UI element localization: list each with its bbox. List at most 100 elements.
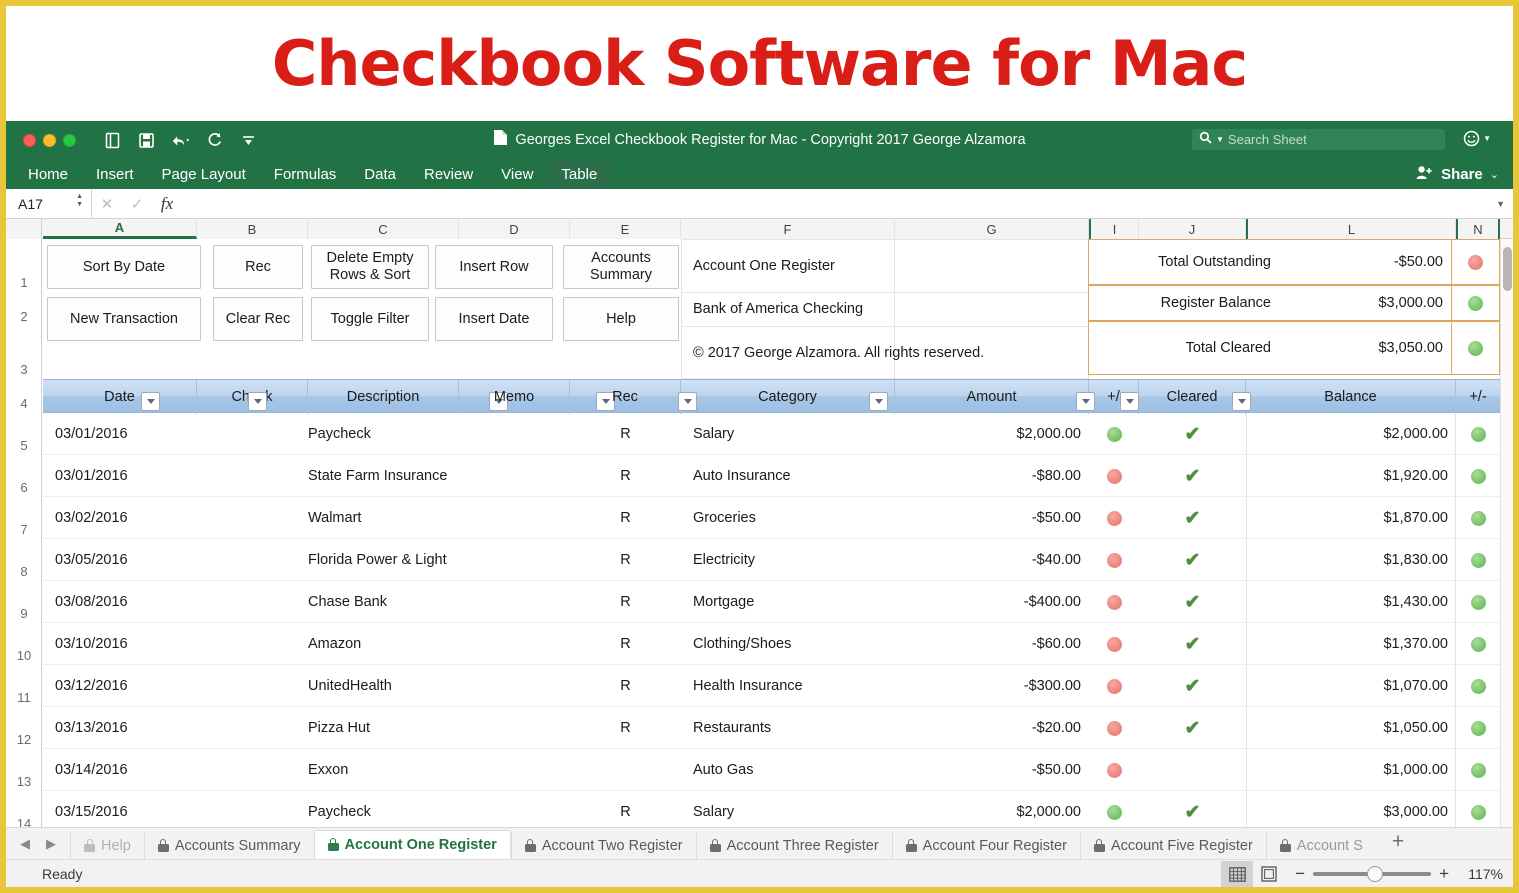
cell-balance[interactable]: $1,370.00	[1246, 623, 1448, 665]
sheet-tab-help[interactable]: Help	[70, 832, 144, 859]
table-row[interactable]: 03/12/2016 UnitedHealth R Health Insuran…	[43, 665, 1513, 707]
cell-balance[interactable]: $1,000.00	[1246, 749, 1448, 791]
row-header-4[interactable]: 4	[6, 379, 42, 413]
ribbon-tab-data[interactable]: Data	[350, 159, 410, 189]
table-row[interactable]: 03/01/2016 Paycheck R Salary $2,000.00 ✔…	[43, 413, 1513, 455]
cell-rec[interactable]: R	[570, 539, 681, 581]
cell-amount[interactable]: -$50.00	[895, 749, 1081, 791]
zoom-in-button[interactable]: +	[1439, 864, 1449, 884]
table-row[interactable]: 03/10/2016 Amazon R Clothing/Shoes -$60.…	[43, 623, 1513, 665]
maximize-window-button[interactable]	[63, 133, 76, 147]
column-header-rec[interactable]: Rec	[570, 380, 681, 414]
column-header-balance-sign[interactable]: +/-	[1456, 380, 1500, 414]
zoom-level-label[interactable]: 117%	[1457, 866, 1503, 882]
cell-cleared-check[interactable]: ✔	[1139, 791, 1246, 830]
cell-check[interactable]	[197, 497, 308, 539]
cell-description[interactable]: Florida Power & Light	[308, 539, 459, 581]
undo-icon[interactable]	[170, 130, 190, 150]
help-button[interactable]: Help	[563, 297, 679, 341]
cell-balance[interactable]: $3,000.00	[1246, 791, 1448, 830]
smiley-dropdown-icon[interactable]: ▼	[1483, 134, 1491, 143]
cell-amount[interactable]: -$50.00	[895, 497, 1081, 539]
total-cleared-row[interactable]: Total Cleared $3,050.00	[1088, 321, 1500, 375]
row-header-1[interactable]: 1	[6, 239, 42, 292]
cell-description[interactable]: UnitedHealth	[308, 665, 459, 707]
save-icon[interactable]	[136, 130, 156, 150]
cell-date[interactable]: 03/15/2016	[55, 791, 197, 830]
insert-function-icon[interactable]: fx	[152, 189, 182, 219]
total-outstanding-row[interactable]: Total Outstanding -$50.00	[1088, 239, 1500, 285]
feedback-smiley-button[interactable]: ▼	[1463, 130, 1491, 147]
cell-memo[interactable]	[459, 623, 570, 665]
cell-memo[interactable]	[459, 665, 570, 707]
table-row[interactable]: 03/01/2016 State Farm Insurance R Auto I…	[43, 455, 1513, 497]
cell-date[interactable]: 03/12/2016	[55, 665, 197, 707]
toggle-filter-button[interactable]: Toggle Filter	[311, 297, 429, 341]
share-chevron-down-icon[interactable]: ⌄	[1490, 168, 1499, 181]
cell-cleared-check[interactable]: ✔	[1139, 707, 1246, 749]
ribbon-tab-formulas[interactable]: Formulas	[260, 159, 351, 189]
insert-date-button[interactable]: Insert Date	[435, 297, 553, 341]
normal-view-icon[interactable]	[1221, 861, 1254, 887]
name-box-stepper-icon[interactable]: ▲ ▼	[76, 193, 83, 208]
column-header-date[interactable]: Date	[43, 380, 197, 414]
sheet-tab-account-four-register[interactable]: Account Four Register	[891, 832, 1080, 859]
table-row[interactable]: 03/05/2016 Florida Power & Light R Elect…	[43, 539, 1513, 581]
cell-balance[interactable]: $2,000.00	[1246, 413, 1448, 455]
sheet-tab-account-one-register[interactable]: Account One Register	[313, 830, 511, 859]
share-button[interactable]: Share ⌄	[1416, 159, 1499, 189]
row-header-2[interactable]: 2	[6, 292, 42, 326]
cell-rec[interactable]	[570, 749, 681, 791]
row-header-5[interactable]: 5	[6, 413, 42, 455]
cell-category[interactable]: Groceries	[693, 497, 895, 539]
search-input[interactable]	[1227, 132, 1423, 147]
table-row[interactable]: 03/02/2016 Walmart R Groceries -$50.00 ✔…	[43, 497, 1513, 539]
column-header-E[interactable]: E	[570, 219, 681, 239]
page-layout-view-icon[interactable]	[1253, 861, 1285, 887]
sort-by-date-button[interactable]: Sort By Date	[47, 245, 201, 289]
cell-cleared-check[interactable]: ✔	[1139, 581, 1246, 623]
row-header-13[interactable]: 13	[6, 749, 42, 791]
copyright-cell[interactable]: © 2017 George Alzamora. All rights reser…	[693, 326, 984, 379]
column-header-I[interactable]: I	[1089, 219, 1139, 239]
row-header-7[interactable]: 7	[6, 497, 42, 539]
cell-check[interactable]	[197, 623, 308, 665]
redo-icon[interactable]	[204, 130, 224, 150]
ribbon-tab-page-layout[interactable]: Page Layout	[148, 159, 260, 189]
sheet-tab-account-two-register[interactable]: Account Two Register	[510, 832, 696, 859]
delete-empty-rows-sort-button[interactable]: Delete Empty Rows & Sort	[311, 245, 429, 289]
cell-balance[interactable]: $1,830.00	[1246, 539, 1448, 581]
insert-row-button[interactable]: Insert Row	[435, 245, 553, 289]
sheet-tab-accounts-summary[interactable]: Accounts Summary	[143, 832, 314, 859]
column-header-B[interactable]: B	[197, 219, 308, 239]
zoom-slider[interactable]: − + 117%	[1295, 864, 1503, 884]
cell-balance[interactable]: $1,430.00	[1246, 581, 1448, 623]
vertical-scrollbar[interactable]	[1500, 239, 1513, 830]
cell-rec[interactable]: R	[570, 413, 681, 455]
column-header-J[interactable]: J	[1139, 219, 1246, 239]
zoom-slider-track[interactable]	[1313, 866, 1432, 882]
vertical-scrollbar-thumb[interactable]	[1503, 247, 1512, 291]
column-header-N[interactable]: N	[1456, 219, 1500, 239]
row-header-10[interactable]: 10	[6, 623, 42, 665]
cell-balance[interactable]: $1,050.00	[1246, 707, 1448, 749]
cell-date[interactable]: 03/05/2016	[55, 539, 197, 581]
close-window-button[interactable]	[23, 133, 36, 147]
cell-category[interactable]: Salary	[693, 413, 895, 455]
row-header-9[interactable]: 9	[6, 581, 42, 623]
cell-date[interactable]: 03/13/2016	[55, 707, 197, 749]
ribbon-tab-table[interactable]: Table	[547, 159, 612, 189]
ribbon-tab-review[interactable]: Review	[410, 159, 487, 189]
filter-dropdown-check[interactable]	[248, 392, 267, 411]
cell-date[interactable]: 03/01/2016	[55, 413, 197, 455]
column-header-L[interactable]: L	[1246, 219, 1456, 239]
register-name-cell[interactable]: Account One Register	[693, 239, 835, 292]
confirm-entry-icon[interactable]: ✓	[122, 189, 152, 219]
zoom-out-button[interactable]: −	[1295, 864, 1305, 884]
cell-cleared-check[interactable]: ✔	[1139, 539, 1246, 581]
cell-rec[interactable]: R	[570, 707, 681, 749]
sheet-tab-account-five-register[interactable]: Account Five Register	[1079, 832, 1266, 859]
cell-date[interactable]: 03/02/2016	[55, 497, 197, 539]
column-header-amount[interactable]: Amount	[895, 380, 1089, 414]
table-row[interactable]: 03/08/2016 Chase Bank R Mortgage -$400.0…	[43, 581, 1513, 623]
